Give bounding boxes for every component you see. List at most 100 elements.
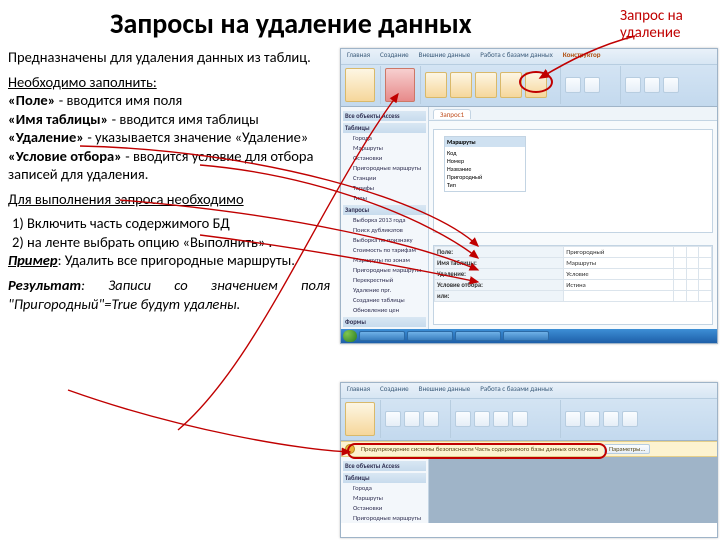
font-button[interactable] [455, 411, 471, 427]
nav-item[interactable]: Пригородные маршруты [343, 265, 426, 275]
doc-tabbar: Запрос1 [429, 107, 717, 121]
screenshot-access-designer: Главная Создание Внешние данные Работа с… [340, 48, 718, 344]
fieldlist-row[interactable]: Тип [447, 181, 523, 189]
ribbon-small-button[interactable] [663, 77, 679, 93]
field-text: - вводится имя поля [55, 91, 182, 109]
ribbon-tab[interactable]: Внешние данные [419, 384, 471, 397]
table-fieldlist[interactable]: Маршруты Код Номер Название Пригородный … [444, 136, 526, 192]
nav-item[interactable]: Города [343, 133, 426, 143]
cond-label: «Условие отбора» [8, 147, 122, 165]
result-label: Результат [8, 276, 81, 294]
grid-cell[interactable]: Пригородный [564, 247, 674, 258]
exec-header: Для выполнения запроса необходимо [8, 190, 244, 208]
ribbon-small-button[interactable] [644, 77, 660, 93]
nav-item[interactable]: Маршруты [343, 493, 426, 503]
grid-cell[interactable] [564, 291, 674, 302]
taskbar-item[interactable] [359, 331, 405, 341]
slide-title: Запросы на удаление данных [110, 6, 472, 41]
design-grid[interactable]: Поле:Пригородный Имя таблицы:Маршруты Уд… [433, 245, 713, 325]
ribbon-small-button[interactable] [625, 77, 641, 93]
clipboard-button[interactable] [385, 411, 401, 427]
field-label: «Поле» [8, 91, 55, 109]
taskbar-item[interactable] [407, 331, 453, 341]
font-button[interactable] [512, 411, 528, 427]
field-list-pane: Маршруты Код Номер Название Пригородный … [433, 129, 713, 233]
nav-item[interactable]: Стоимость по тарифам [343, 245, 426, 255]
ribbon-small-button[interactable] [584, 411, 600, 427]
nav-item[interactable]: Перекрестный [343, 275, 426, 285]
slide: Запросы на удаление данных Запрос на уда… [0, 0, 720, 540]
run-button[interactable] [385, 68, 415, 102]
nav-item[interactable]: Маршруты по зонам [343, 255, 426, 265]
security-warning-bar: Предупреждение системы безопасности Част… [341, 441, 717, 457]
steps-list: 1) Включить часть содержимого БД 2) на л… [12, 214, 330, 251]
clipboard-button[interactable] [423, 411, 439, 427]
ribbon-tab[interactable]: Главная [347, 384, 370, 397]
grid-cell[interactable]: Маршруты [564, 258, 674, 269]
grid-cell[interactable]: Условие [564, 269, 674, 280]
clipboard-button[interactable] [404, 411, 420, 427]
ribbon-tab[interactable]: Внешние данные [419, 50, 471, 63]
li1-num: 1) [12, 214, 24, 232]
font-button[interactable] [474, 411, 490, 427]
warning-icon [345, 444, 355, 454]
nav-group-forms: Формы [343, 317, 426, 327]
navigation-pane[interactable]: Все объекты Access Таблицы Города Маршру… [341, 457, 429, 523]
nav-item[interactable]: Тарифы [343, 183, 426, 193]
ribbon-tab[interactable]: Создание [380, 384, 409, 397]
nav-item[interactable]: Поиск дубликатов [343, 225, 426, 235]
ribbon-tab[interactable]: Главная [347, 50, 370, 63]
view-button[interactable] [345, 402, 375, 436]
nav-item[interactable]: Остановки [343, 503, 426, 513]
query-design-area: Запрос1 Маршруты Код Номер Название Приг… [429, 107, 717, 329]
query-type-button[interactable] [500, 72, 522, 98]
nav-item[interactable]: Остановки [343, 153, 426, 163]
view-button[interactable] [345, 68, 375, 102]
grid-row-label: или: [435, 291, 564, 302]
query-type-button[interactable] [425, 72, 447, 98]
taskbar-item[interactable] [503, 331, 549, 341]
grid-row-label: Имя таблицы: [435, 258, 564, 269]
grid-cell[interactable]: Истина [564, 280, 674, 291]
nav-item[interactable]: Удаление прг. [343, 285, 426, 295]
fieldlist-row[interactable]: Название [447, 165, 523, 173]
query-type-button[interactable] [450, 72, 472, 98]
nav-item[interactable]: Выборка по признаку [343, 235, 426, 245]
fieldlist-row[interactable]: Номер [447, 157, 523, 165]
ribbon-tab[interactable]: Работа с базами данных [480, 384, 552, 397]
ribbon-tab[interactable]: Создание [380, 50, 409, 63]
nav-item[interactable]: Пригородные маршруты [343, 513, 426, 523]
table-text: - вводится имя таблицы [108, 110, 258, 128]
fieldlist-row[interactable]: Пригородный [447, 173, 523, 181]
example-text: : Удалить все пригородные маршруты. [58, 251, 295, 269]
ribbon-tab[interactable]: Конструктор [563, 50, 601, 63]
ribbon-small-button[interactable] [565, 77, 581, 93]
start-button[interactable] [343, 330, 357, 342]
taskbar-item[interactable] [455, 331, 501, 341]
ribbon-tab[interactable]: Работа с базами данных [480, 50, 552, 63]
fieldlist-row[interactable]: Код [447, 149, 523, 157]
query-type-button[interactable] [475, 72, 497, 98]
ribbon-small-button[interactable] [603, 411, 619, 427]
need-header: Необходимо заполнить: [8, 73, 157, 91]
nav-item[interactable]: Маршруты [343, 143, 426, 153]
warning-options-button[interactable]: Параметры... [604, 444, 650, 454]
fieldlist-title: Маршруты [445, 137, 525, 147]
doc-tab[interactable]: Запрос1 [433, 109, 471, 119]
nav-item[interactable]: Выборка 2013 года [343, 215, 426, 225]
ribbon-small-button[interactable] [584, 77, 600, 93]
nav-item[interactable]: Пригородные маршруты [343, 163, 426, 173]
nav-item[interactable]: Города [343, 483, 426, 493]
font-button[interactable] [493, 411, 509, 427]
nav-item[interactable]: Обновление цен [343, 305, 426, 315]
nav-item[interactable]: Типы [343, 193, 426, 203]
nav-item[interactable]: Станции [343, 173, 426, 183]
navigation-pane[interactable]: Все объекты Access Таблицы Города Маршру… [341, 107, 429, 329]
delete-text: - указывается значение «Удаление» [84, 128, 308, 146]
nav-item[interactable]: Создание таблицы [343, 295, 426, 305]
ribbon-small-button[interactable] [565, 411, 581, 427]
li2-num: 2) [12, 233, 24, 251]
delete-query-button[interactable] [525, 72, 547, 98]
ribbon-small-button[interactable] [622, 411, 638, 427]
windows-taskbar [341, 329, 717, 343]
